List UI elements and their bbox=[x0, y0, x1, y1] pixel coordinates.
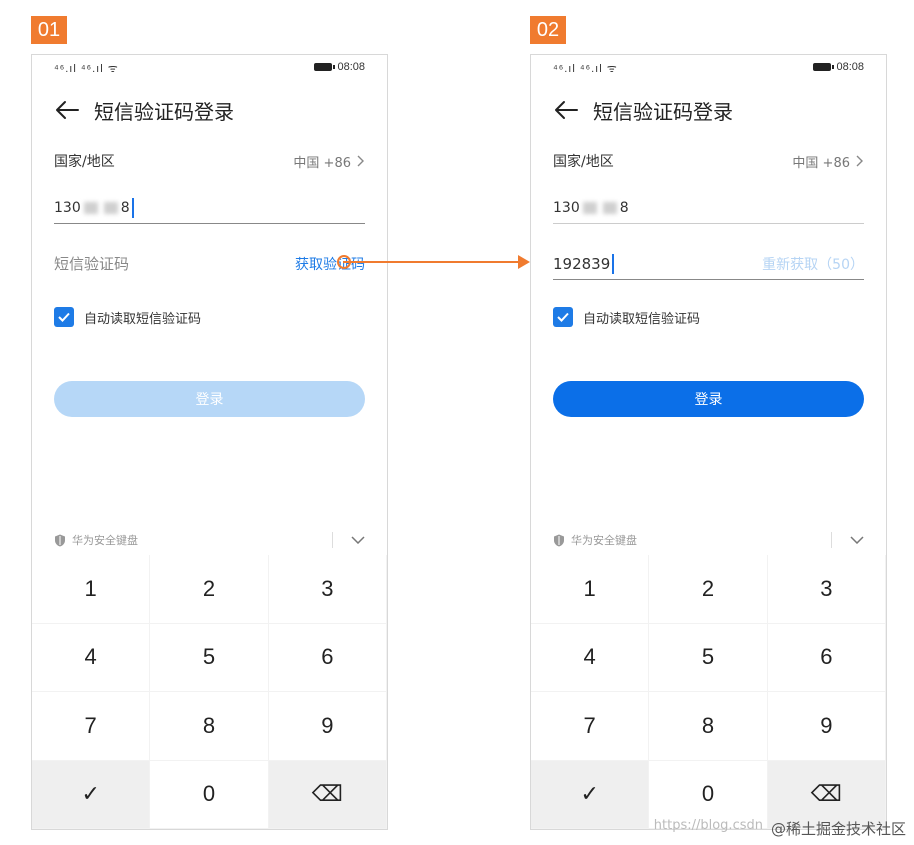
auto-read-label: 自动读取短信验证码 bbox=[583, 311, 701, 327]
key-7[interactable]: 7 bbox=[531, 692, 650, 761]
signal-icon: ⁴⁶.ıl ⁴⁶.ıl ᯤ bbox=[54, 63, 119, 75]
auto-read-label: 自动读取短信验证码 bbox=[84, 311, 202, 327]
phone-prefix: 130 bbox=[553, 200, 580, 216]
resend-code-countdown: 重新获取（50） bbox=[762, 257, 864, 273]
login-button[interactable]: 登录 bbox=[553, 381, 864, 417]
keyboard-brand: 华为安全键盘 bbox=[72, 534, 138, 547]
shield-icon bbox=[554, 534, 564, 546]
keyboard-header: 华为安全键盘 bbox=[553, 529, 864, 551]
check-icon bbox=[58, 312, 70, 322]
text-cursor bbox=[612, 254, 615, 274]
chevron-right-icon bbox=[856, 155, 863, 167]
checkbox-checked[interactable] bbox=[553, 307, 573, 327]
key-5[interactable]: 5 bbox=[150, 623, 269, 692]
login-button[interactable]: 登录 bbox=[54, 381, 365, 417]
confirm-key[interactable]: ✓ bbox=[32, 760, 151, 829]
step-badge-02: 02 bbox=[530, 16, 566, 44]
country-value: 中国 +86 bbox=[792, 155, 850, 171]
key-3[interactable]: 3 bbox=[767, 555, 886, 624]
battery-icon bbox=[314, 63, 336, 71]
status-bar: ⁴⁶.ıl ⁴⁶.ıl ᯤ 08:08 bbox=[531, 55, 886, 81]
phone-number: 130 8 bbox=[54, 198, 134, 218]
title-bar: 短信验证码登录 bbox=[553, 95, 864, 125]
key-4[interactable]: 4 bbox=[531, 623, 650, 692]
key-5[interactable]: 5 bbox=[649, 623, 768, 692]
key-3[interactable]: 3 bbox=[268, 555, 387, 624]
signal-icon: ⁴⁶.ıl ⁴⁶.ıl ᯤ bbox=[553, 63, 618, 75]
phone-field[interactable]: 130 8 bbox=[54, 193, 365, 224]
key-2[interactable]: 2 bbox=[150, 555, 269, 624]
redacted-digits bbox=[103, 202, 118, 214]
watermark-url: https://blog.csdn bbox=[653, 818, 763, 833]
divider bbox=[831, 532, 832, 548]
key-4[interactable]: 4 bbox=[32, 623, 151, 692]
country-row[interactable]: 国家/地区 中国 +86 bbox=[54, 149, 365, 173]
battery-icon bbox=[813, 63, 835, 71]
chevron-down-icon[interactable] bbox=[850, 536, 864, 544]
keyboard-brand: 华为安全键盘 bbox=[571, 534, 637, 547]
country-label: 国家/地区 bbox=[553, 154, 614, 170]
key-8[interactable]: 8 bbox=[649, 692, 768, 761]
numeric-keypad: 1 2 3 4 5 6 7 8 9 ✓ 0 ⌫ bbox=[32, 555, 387, 829]
sms-code-value[interactable]: 192839 bbox=[553, 255, 610, 273]
country-label: 国家/地区 bbox=[54, 154, 115, 170]
page-title: 短信验证码登录 bbox=[94, 99, 234, 124]
watermark-brand: @稀土掘金技术社区 bbox=[770, 820, 906, 838]
key-8[interactable]: 8 bbox=[150, 692, 269, 761]
redacted-digits bbox=[582, 202, 597, 214]
title-bar: 短信验证码登录 bbox=[54, 95, 365, 125]
country-value: 中国 +86 bbox=[293, 155, 351, 171]
status-time: 08:08 bbox=[337, 61, 365, 73]
auto-read-option[interactable]: 自动读取短信验证码 bbox=[553, 307, 700, 327]
key-6[interactable]: 6 bbox=[268, 623, 387, 692]
phone-screen-01: ⁴⁶.ıl ⁴⁶.ıl ᯤ 08:08 短信验证码登录 国家/地区 中国 +86… bbox=[31, 54, 388, 830]
flow-arrow-line bbox=[343, 261, 523, 263]
chevron-right-icon bbox=[357, 155, 364, 167]
phone-screen-02: ⁴⁶.ıl ⁴⁶.ıl ᯤ 08:08 短信验证码登录 国家/地区 中国 +86… bbox=[530, 54, 887, 830]
keyboard-header: 华为安全键盘 bbox=[54, 529, 365, 551]
phone-prefix: 130 bbox=[54, 200, 81, 216]
sms-code-field[interactable]: 192839 重新获取（50） bbox=[553, 249, 864, 280]
phone-suffix: 8 bbox=[619, 200, 629, 216]
step-badge-01: 01 bbox=[31, 16, 67, 44]
check-icon bbox=[557, 312, 569, 322]
redacted-digits bbox=[83, 202, 98, 214]
phone-field[interactable]: 130 8 bbox=[553, 193, 864, 224]
page-title: 短信验证码登录 bbox=[593, 99, 733, 124]
country-row[interactable]: 国家/地区 中国 +86 bbox=[553, 149, 864, 173]
sms-code-field[interactable]: 获取验证码 bbox=[54, 249, 365, 279]
redacted-digits bbox=[602, 202, 617, 214]
sms-code-input[interactable] bbox=[54, 255, 234, 273]
get-code-link[interactable]: 获取验证码 bbox=[295, 254, 365, 274]
shield-icon bbox=[55, 534, 65, 546]
key-1[interactable]: 1 bbox=[531, 555, 650, 624]
back-arrow-icon[interactable] bbox=[54, 97, 80, 123]
key-0[interactable]: 0 bbox=[150, 760, 269, 829]
numeric-keypad: 1 2 3 4 5 6 7 8 9 ✓ 0 ⌫ bbox=[531, 555, 886, 829]
auto-read-option[interactable]: 自动读取短信验证码 bbox=[54, 307, 201, 327]
key-9[interactable]: 9 bbox=[268, 692, 387, 761]
key-6[interactable]: 6 bbox=[767, 623, 886, 692]
key-2[interactable]: 2 bbox=[649, 555, 768, 624]
key-7[interactable]: 7 bbox=[32, 692, 151, 761]
phone-number: 130 8 bbox=[553, 200, 629, 216]
back-arrow-icon[interactable] bbox=[553, 97, 579, 123]
key-1[interactable]: 1 bbox=[32, 555, 151, 624]
watermark: https://blog.csdn @稀土掘金技术社区 bbox=[654, 818, 906, 839]
text-cursor bbox=[131, 198, 134, 218]
phone-suffix: 8 bbox=[120, 200, 130, 216]
flow-arrow-head bbox=[518, 255, 530, 269]
key-9[interactable]: 9 bbox=[767, 692, 886, 761]
status-time: 08:08 bbox=[836, 61, 864, 73]
confirm-key[interactable]: ✓ bbox=[531, 760, 650, 829]
chevron-down-icon[interactable] bbox=[351, 536, 365, 544]
status-bar: ⁴⁶.ıl ⁴⁶.ıl ᯤ 08:08 bbox=[32, 55, 387, 81]
checkbox-checked[interactable] bbox=[54, 307, 74, 327]
backspace-key[interactable]: ⌫ bbox=[268, 760, 387, 829]
divider bbox=[332, 532, 333, 548]
